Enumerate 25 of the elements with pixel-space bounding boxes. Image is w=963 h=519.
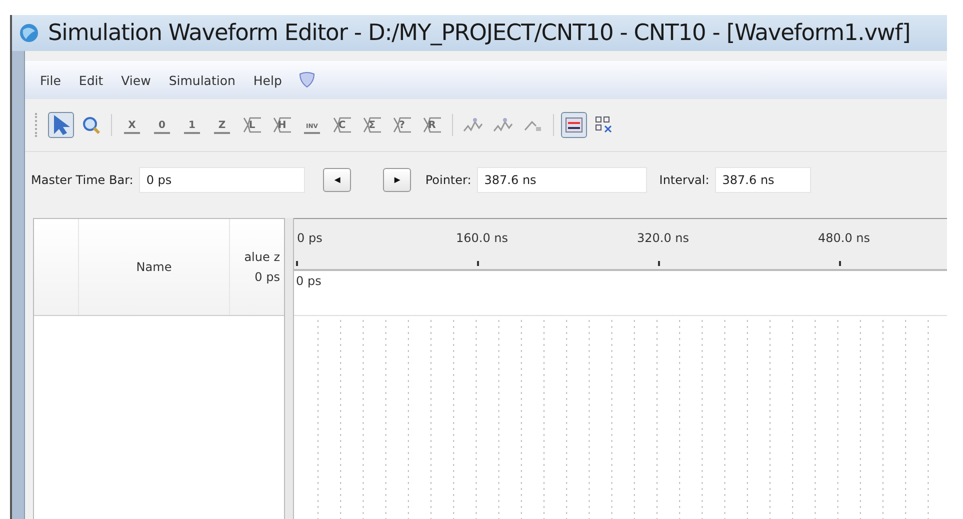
menu-item[interactable]: File: [31, 70, 70, 90]
window-title: Simulation Waveform Editor - D:/MY_PROJECT/CNT10 - CNT10 - [Waveform1.vwf]: [48, 20, 910, 46]
menu-item[interactable]: View: [112, 70, 160, 90]
time-label: 160.0 ns: [456, 231, 508, 245]
time-label: 320.0 ns: [636, 231, 690, 245]
toolbar-button[interactable]: [561, 112, 587, 138]
previous-button[interactable]: ◄: [323, 168, 352, 192]
menu-item[interactable]: Simulation: [160, 70, 244, 90]
app-logo-icon: [18, 22, 40, 44]
menu-item[interactable]: Edit: [70, 70, 112, 90]
column-header: Name: [136, 259, 172, 276]
next-button[interactable]: ►: [383, 168, 412, 192]
cursor-time-label: 0 ps: [296, 274, 322, 288]
time-label: 0 ps: [297, 231, 322, 245]
field-label: Pointer:: [425, 173, 472, 187]
pointer-field[interactable]: 387.6 ns: [477, 167, 648, 193]
field-label: Master Time Bar:: [31, 173, 134, 187]
field-label: Interval:: [659, 173, 710, 187]
master-time-field[interactable]: 0 ps: [139, 167, 306, 193]
interval-field[interactable]: 387.6 ns: [715, 167, 812, 193]
time-label: 480.0 ns: [818, 231, 870, 245]
menu-item[interactable]: Help: [244, 70, 291, 90]
help-icon[interactable]: [296, 70, 317, 90]
column-header: alue z 0 ps: [244, 249, 280, 286]
zoom-icon: [80, 114, 102, 136]
